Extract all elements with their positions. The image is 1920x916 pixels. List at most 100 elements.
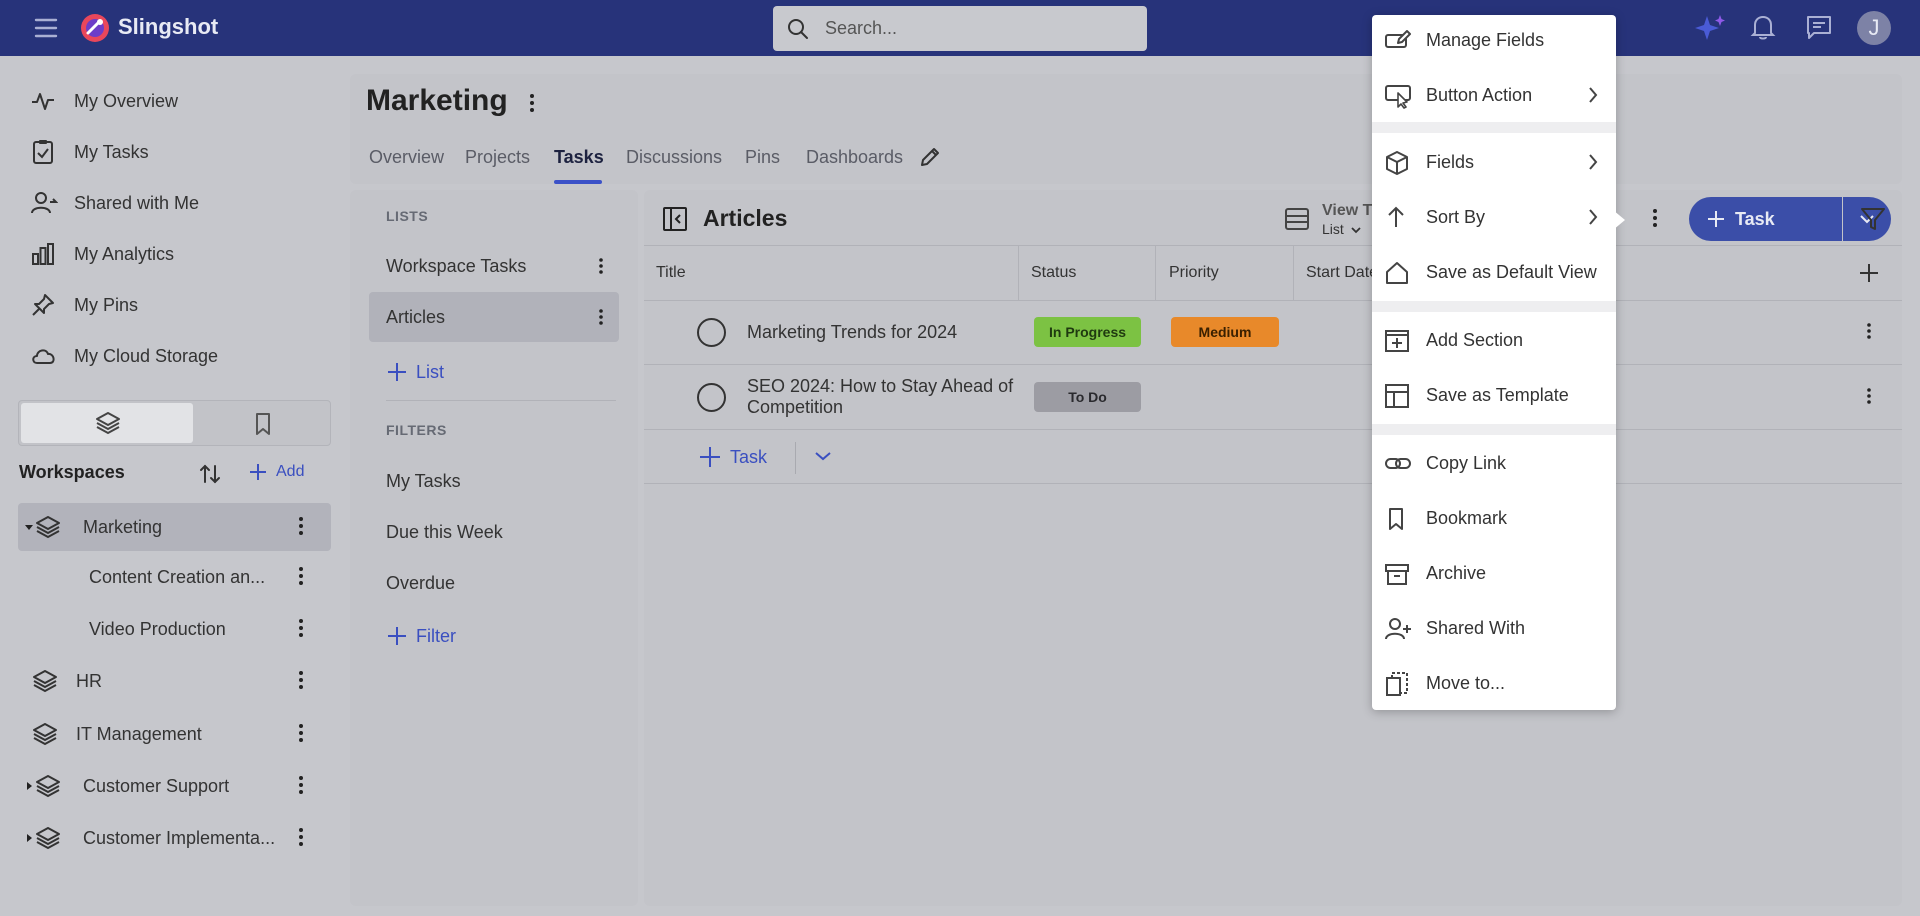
column-header-status[interactable]: Status (1031, 264, 1076, 282)
chevron-down-icon[interactable] (814, 450, 832, 462)
status-badge[interactable]: To Do (1034, 382, 1141, 412)
nav-my-analytics[interactable]: My Analytics (30, 239, 174, 269)
menu-item-move-to[interactable]: Move to... (1372, 659, 1616, 707)
kebab-menu-icon[interactable] (299, 724, 303, 742)
row-border (644, 300, 1902, 301)
menu-item-save-as-template[interactable]: Save as Template (1372, 371, 1616, 419)
kebab-menu-icon[interactable] (299, 619, 303, 637)
nav-my-overview[interactable]: My Overview (30, 86, 178, 116)
plus-icon (248, 462, 268, 482)
workspace-item-customer-support[interactable]: Customer Support (18, 762, 331, 810)
menu-item-copy-link[interactable]: Copy Link (1372, 439, 1616, 487)
caret-right-icon[interactable] (25, 834, 35, 842)
task-complete-checkbox[interactable] (697, 383, 726, 412)
kebab-menu-icon[interactable] (299, 776, 303, 794)
tab-pins[interactable]: Pins (745, 147, 780, 168)
pulse-icon (30, 89, 60, 113)
messages-icon[interactable] (1805, 13, 1833, 41)
nav-my-cloud-storage[interactable]: My Cloud Storage (30, 341, 218, 371)
column-separator (1018, 245, 1019, 300)
row-kebab-icon[interactable] (1867, 388, 1871, 404)
workspace-item-video-production[interactable]: Video Production (18, 605, 331, 653)
bell-icon[interactable] (1750, 13, 1776, 41)
menu-item-archive[interactable]: Archive (1372, 549, 1616, 597)
top-bar: Slingshot J (0, 0, 1920, 56)
workspace-item-it-management[interactable]: IT Management (18, 710, 331, 758)
add-column-plus-icon[interactable] (1858, 262, 1880, 284)
edit-tabs-pencil-icon[interactable] (918, 145, 942, 169)
search-input[interactable] (825, 15, 1125, 41)
workspace-item-marketing[interactable]: Marketing (18, 503, 331, 551)
title-kebab-icon[interactable] (530, 94, 534, 112)
column-header-title[interactable]: Title (656, 264, 686, 282)
kebab-menu-icon[interactable] (299, 671, 303, 689)
nav-my-tasks[interactable]: My Tasks (30, 137, 149, 167)
plus-icon (1707, 210, 1725, 228)
menu-item-save-as-default-view[interactable]: Save as Default View (1372, 248, 1616, 296)
kebab-menu-icon[interactable] (299, 567, 303, 585)
filter-item-due-this-week[interactable]: Due this Week (369, 507, 619, 557)
column-header-start-date[interactable]: Start Date (1306, 264, 1378, 282)
ai-sparkle-icon[interactable] (1693, 13, 1727, 43)
pin-icon (30, 292, 60, 318)
bar-chart-icon (30, 241, 60, 267)
filter-item-my-tasks[interactable]: My Tasks (369, 456, 619, 506)
priority-badge[interactable]: Medium (1171, 317, 1279, 347)
menu-item-add-section[interactable]: Add Section (1372, 316, 1616, 364)
add-section-icon (1384, 328, 1410, 354)
workspace-layers-icon (32, 721, 74, 747)
menu-item-bookmark[interactable]: Bookmark (1372, 494, 1616, 542)
caret-right-icon[interactable] (25, 782, 35, 790)
inline-add-task-button[interactable]: Task (698, 445, 767, 469)
kebab-menu-icon[interactable] (299, 828, 303, 846)
nav-shared-with-me[interactable]: Shared with Me (30, 188, 199, 218)
tab-projects[interactable]: Projects (465, 147, 530, 168)
column-separator (1155, 245, 1156, 300)
add-workspace-button[interactable]: Add (248, 462, 304, 482)
list-item-workspace-tasks[interactable]: Workspace Tasks (369, 241, 619, 291)
workspaces-toggle-button[interactable] (21, 403, 193, 443)
row-border (644, 364, 1902, 365)
tab-discussions[interactable]: Discussions (626, 147, 722, 168)
page-title: Marketing (366, 84, 508, 117)
filter-item-overdue[interactable]: Overdue (369, 558, 619, 608)
status-badge[interactable]: In Progress (1034, 317, 1141, 347)
menu-item-manage-fields[interactable]: Manage Fields (1372, 16, 1616, 64)
kebab-menu-icon[interactable] (299, 517, 303, 535)
search-bar[interactable] (773, 6, 1147, 51)
view-type-dropdown[interactable]: List (1322, 221, 1361, 237)
task-title[interactable]: Marketing Trends for 2024 (747, 322, 957, 343)
add-task-button[interactable]: Task (1689, 197, 1842, 241)
filter-funnel-icon[interactable] (1860, 206, 1886, 232)
view-type-icon[interactable] (1284, 206, 1310, 232)
add-list-button[interactable]: List (386, 361, 444, 383)
task-complete-checkbox[interactable] (697, 318, 726, 347)
task-title[interactable]: SEO 2024: How to Stay Ahead of Competiti… (747, 376, 1013, 418)
tasks-table-panel (644, 190, 1902, 906)
chevron-down-icon (1351, 226, 1361, 234)
sort-icon[interactable] (198, 462, 222, 486)
hamburger-menu-icon[interactable] (34, 17, 58, 39)
nav-my-pins[interactable]: My Pins (30, 290, 138, 320)
list-item-articles[interactable]: Articles (369, 292, 619, 342)
workspace-item-content-creation[interactable]: Content Creation an... (18, 553, 331, 601)
user-avatar[interactable]: J (1857, 11, 1891, 45)
table-kebab-icon[interactable] (1653, 209, 1657, 227)
menu-item-fields[interactable]: Fields (1372, 138, 1616, 186)
kebab-menu-icon[interactable] (599, 309, 603, 325)
active-tab-indicator (554, 180, 602, 184)
kebab-menu-icon[interactable] (599, 258, 603, 274)
menu-item-sort-by[interactable]: Sort By (1372, 193, 1616, 241)
bookmark-toggle-icon[interactable] (253, 412, 273, 436)
add-filter-button[interactable]: Filter (386, 625, 456, 647)
workspace-item-hr[interactable]: HR (18, 657, 331, 705)
menu-item-button-action[interactable]: Button Action (1372, 71, 1616, 119)
tab-overview[interactable]: Overview (369, 147, 444, 168)
menu-item-shared-with[interactable]: Shared With (1372, 604, 1616, 652)
tab-tasks[interactable]: Tasks (554, 147, 604, 168)
tab-dashboards[interactable]: Dashboards (806, 147, 903, 168)
workspace-item-customer-implementation[interactable]: Customer Implementa... (18, 814, 331, 862)
column-header-priority[interactable]: Priority (1169, 264, 1219, 282)
collapse-panel-icon[interactable] (662, 206, 688, 232)
row-kebab-icon[interactable] (1867, 323, 1871, 339)
